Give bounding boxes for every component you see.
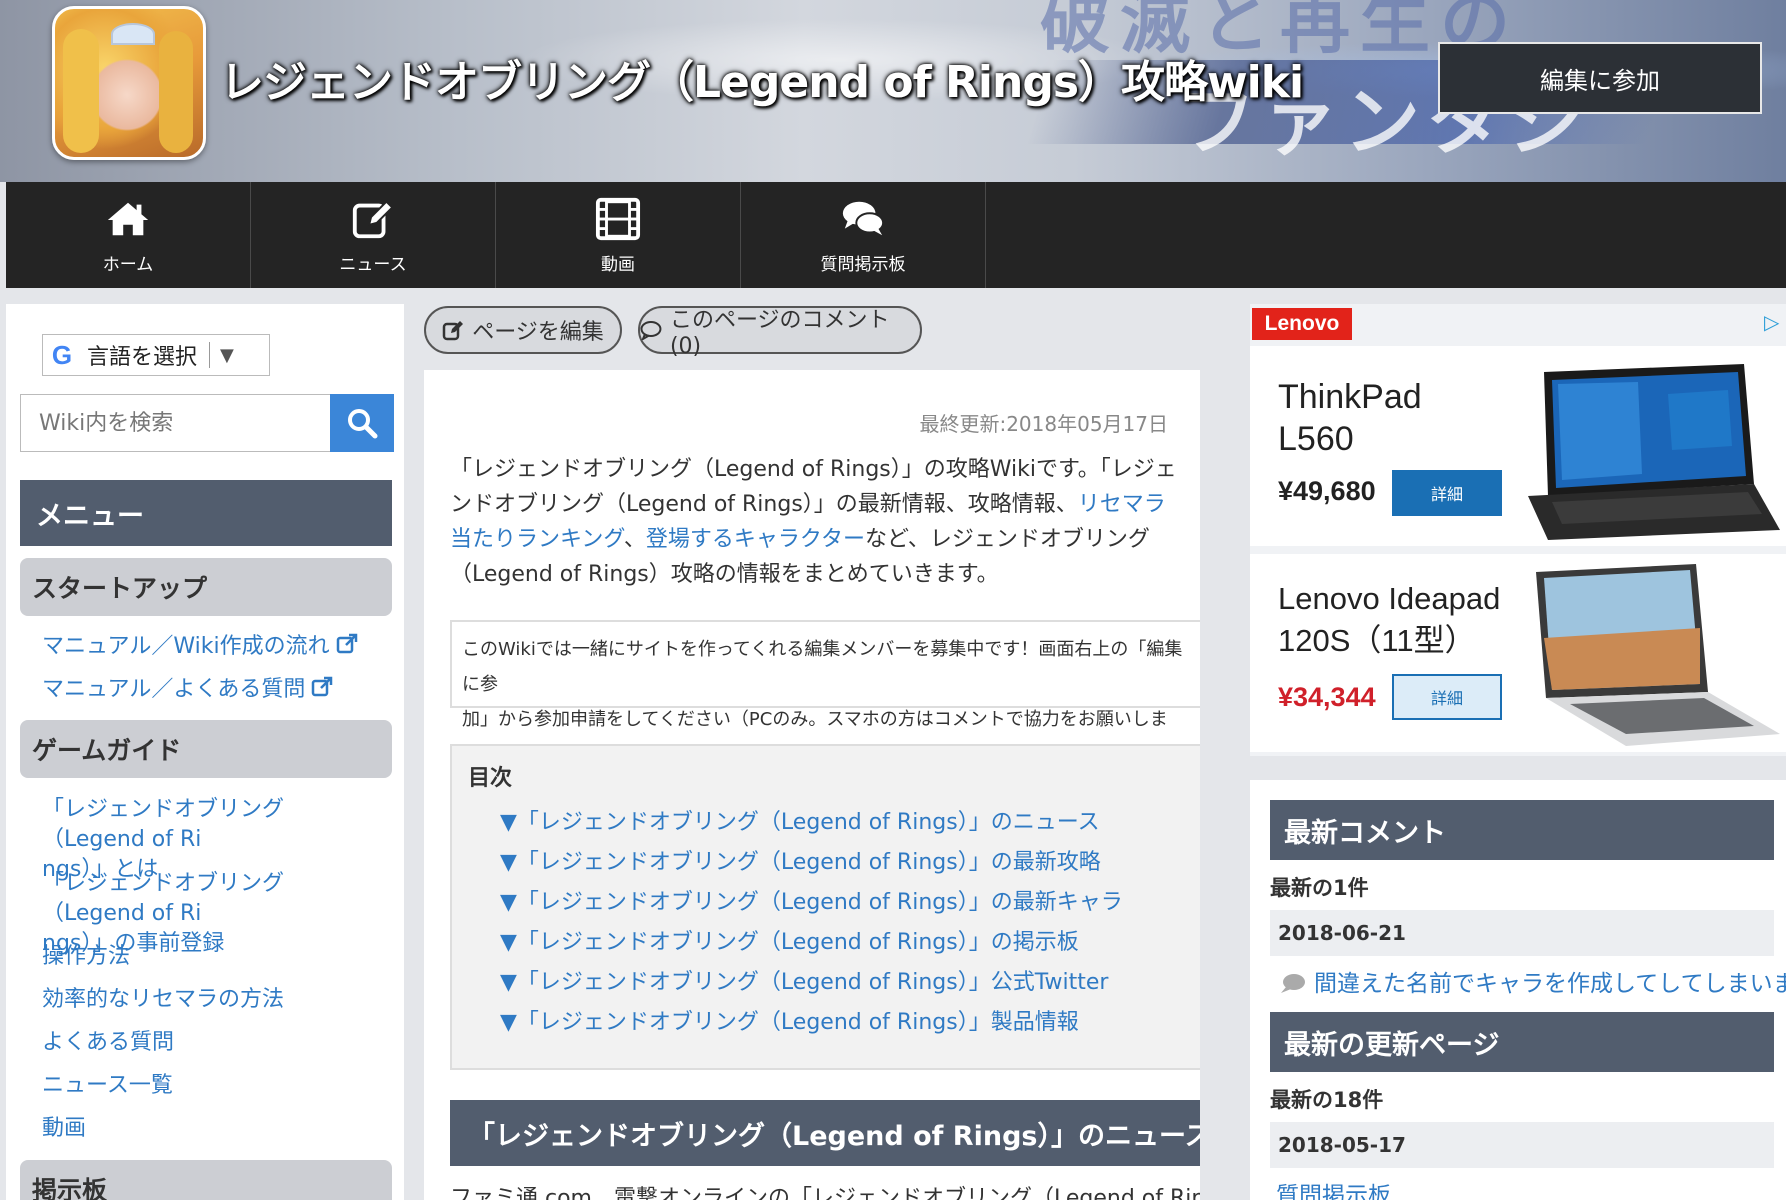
section-heading-news: 「レジェンドオブリング（Legend of Rings）」のニュース† [450, 1100, 1200, 1166]
search-icon [348, 409, 378, 439]
latest-comments-count: 最新の1件 [1270, 876, 1369, 900]
intro-paragraph: 「レジェンドオブリング（Legend of Rings）」の攻略Wikiです。「… [450, 457, 1177, 587]
toc-item-latest-character[interactable]: ▼「レジェンドオブリング（Legend of Rings）」の最新キャラ [500, 884, 1123, 916]
sidebar-link-manual-faq[interactable]: マニュアル／よくある質問 [42, 675, 382, 705]
page-comments-button[interactable]: このページのコメント(0) [638, 306, 922, 359]
product-detail-button[interactable]: 詳細 [1392, 674, 1502, 720]
film-icon [595, 197, 641, 240]
edit-icon [442, 321, 464, 341]
nav-item-label: ホーム [102, 254, 154, 275]
site-title[interactable]: レジェンドオブリング（Legend of Rings）攻略wiki [220, 46, 1304, 110]
product-price: ¥49,680 [1278, 476, 1376, 506]
ad-product-card[interactable]: Lenovo Ideapad 120S（11型） ¥34,344 詳細 [1250, 554, 1786, 752]
product-name: ThinkPad L560 [1278, 378, 1422, 458]
product-detail-button[interactable]: 詳細 [1392, 470, 1502, 516]
sidebar-link-faq[interactable]: よくある質問 [42, 1028, 382, 1058]
recruit-notice: このWikiでは一緒にサイトを作ってくれる編集メンバーを募集中です！画面右上の「… [450, 620, 1200, 765]
toc-item-news[interactable]: ▼「レジェンドオブリング（Legend of Rings）」のニュース [500, 804, 1100, 836]
nav-item-video[interactable]: 動画 [496, 182, 741, 288]
latest-comment-link[interactable]: 間違えた名前でキャラを作成してしてしまいま… [1280, 964, 1786, 998]
language-selector-label: 言語を選択 [87, 345, 198, 370]
sidebar-link-news-list[interactable]: ニュース一覧 [42, 1071, 382, 1101]
external-link-icon [312, 676, 333, 697]
product-price: ¥34,344 [1278, 682, 1376, 712]
menu-title: メニュー [20, 480, 392, 546]
left-sidebar: G 言語を選択 ▼ メニュー スタートアップ マニュアル／Wiki作成の流れ マ… [6, 304, 404, 1200]
main-nav: ホーム ニュース 動画 質問掲示板 [6, 182, 1786, 288]
search-input[interactable] [20, 394, 330, 452]
site-logo[interactable] [52, 6, 206, 160]
latest-pages-count: 最新の18件 [1270, 1088, 1384, 1112]
search-button[interactable] [330, 394, 394, 452]
ad-product-card[interactable]: ThinkPad L560 ¥49,680 詳細 [1250, 346, 1786, 546]
language-selector[interactable]: G 言語を選択 ▼ [42, 334, 270, 376]
updated-page-link[interactable]: 質問掲示板 [1276, 1176, 1391, 1200]
ad-choices-icon[interactable]: ▷ [1764, 310, 1786, 334]
category-startup[interactable]: スタートアップ [20, 558, 392, 616]
join-edit-button[interactable]: 編集に参加 [1438, 42, 1762, 114]
chevron-down-icon: ▼ [220, 344, 234, 366]
nav-item-label: 質問掲示板 [820, 254, 906, 275]
comments-icon [842, 201, 885, 235]
toc-item-twitter[interactable]: ▼「レジェンドオブリング（Legend of Rings）」公式Twitter [500, 964, 1108, 996]
google-icon: G [51, 339, 73, 370]
comment-date: 2018-06-21 [1270, 910, 1774, 956]
latest-comments-heading: 最新コメント [1270, 800, 1774, 860]
category-board[interactable]: 掲示板 [20, 1160, 392, 1200]
ideapad-image [1518, 558, 1786, 748]
sidebar-link-videos[interactable]: 動画 [42, 1114, 382, 1144]
sidebar-link-controls[interactable]: 操作方法 [42, 942, 382, 972]
toc-item-board[interactable]: ▼「レジェンドオブリング（Legend of Rings）」の掲示板 [500, 924, 1079, 956]
toc-item-latest-strategy[interactable]: ▼「レジェンドオブリング（Legend of Rings）」の最新攻略 [500, 844, 1101, 876]
right-sidebar-panel: 最新コメント 最新の1件 2018-06-21 間違えた名前でキャラを作成してし… [1250, 780, 1786, 1200]
section-body-text: ファミ通.com、電撃オンラインの「レジェンドオブリング（Legend of R… [450, 1186, 1200, 1200]
wiki-search [20, 394, 396, 452]
category-game-guide[interactable]: ゲームガイド [20, 720, 392, 778]
lenovo-ad: Lenovo ▷ ThinkPad L560 ¥49,680 詳細 Lenovo … [1250, 304, 1786, 756]
product-name: Lenovo Ideapad 120S（11型） [1278, 581, 1501, 658]
home-icon [107, 202, 149, 235]
latest-pages-heading: 最新の更新ページ [1270, 1012, 1774, 1072]
nav-item-question-board[interactable]: 質問掲示板 [741, 182, 986, 288]
characters-link[interactable]: 登場するキャラクター [646, 527, 865, 552]
main-article: 最終更新:2018年05月17日 「レジェンドオブリング（Legend of R… [424, 370, 1200, 1200]
toc-title: 目次 [468, 766, 513, 791]
edit-icon [352, 199, 394, 238]
lenovo-logo[interactable]: Lenovo [1252, 308, 1352, 340]
nav-item-label: 動画 [601, 254, 635, 275]
sidebar-link-manual-flow[interactable]: マニュアル／Wiki作成の流れ [42, 632, 382, 662]
header-banner: 破滅と再生の ファンタジ レジェンドオブリング（Legend of Rings）… [0, 0, 1786, 182]
thinkpad-image [1518, 354, 1786, 544]
last-updated: 最終更新:2018年05月17日 [919, 412, 1168, 436]
sidebar-link-reroll[interactable]: 効率的なリセマラの方法 [42, 985, 382, 1015]
nav-item-news[interactable]: ニュース [251, 182, 496, 288]
nav-item-label: ニュース [339, 254, 407, 275]
comment-icon [1281, 974, 1305, 993]
page-update-date: 2018-05-17 [1270, 1122, 1774, 1168]
edit-page-button[interactable]: ページを編集 [424, 306, 622, 354]
comment-icon [640, 321, 662, 340]
external-link-icon [336, 633, 357, 654]
nav-item-home[interactable]: ホーム [6, 182, 251, 288]
table-of-contents: 目次 ▼「レジェンドオブリング（Legend of Rings）」のニュース ▼… [450, 744, 1200, 1070]
toc-item-product-info[interactable]: ▼「レジェンドオブリング（Legend of Rings）」製品情報 [500, 1004, 1079, 1036]
